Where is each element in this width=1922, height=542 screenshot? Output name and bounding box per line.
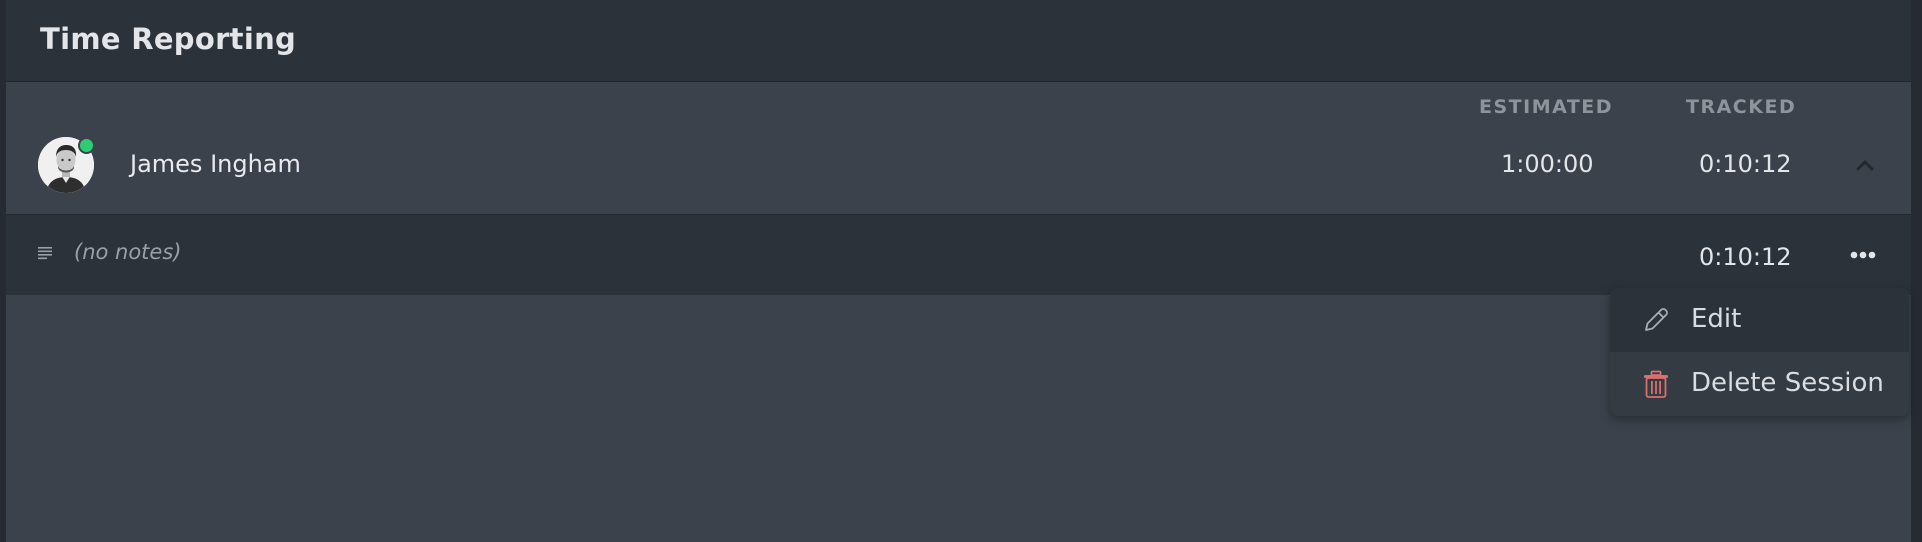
session-row[interactable]: (no notes) 0:10:12 <box>6 215 1911 295</box>
menu-item-label: Edit <box>1691 304 1742 334</box>
time-reporting-panel: Time Reporting ESTIMATED TRACKED James I… <box>6 0 1911 542</box>
panel-header: Time Reporting <box>6 0 1911 82</box>
user-tracked-time: 0:10:12 <box>1699 150 1792 178</box>
online-status-indicator <box>78 137 95 154</box>
notes-icon <box>38 247 52 260</box>
user-estimated-time: 1:00:00 <box>1501 150 1594 178</box>
user-row[interactable]: James Ingham 1:00:00 0:10:12 <box>6 130 1911 215</box>
chevron-up-icon[interactable] <box>1854 154 1876 176</box>
user-name: James Ingham <box>130 150 301 178</box>
session-context-menu: Edit Delete Session <box>1610 288 1909 416</box>
column-header-estimated: ESTIMATED <box>1479 96 1614 118</box>
trash-icon <box>1644 370 1668 398</box>
pencil-icon <box>1645 308 1668 331</box>
page-title: Time Reporting <box>40 22 297 56</box>
menu-item-edit[interactable]: Edit <box>1610 288 1909 352</box>
menu-item-delete-session[interactable]: Delete Session <box>1610 352 1909 416</box>
column-header-tracked: TRACKED <box>1686 96 1797 118</box>
session-tracked-time: 0:10:12 <box>1699 243 1792 271</box>
menu-item-label: Delete Session <box>1691 368 1884 398</box>
more-options-icon[interactable] <box>1846 247 1880 263</box>
session-notes: (no notes) <box>74 240 182 264</box>
